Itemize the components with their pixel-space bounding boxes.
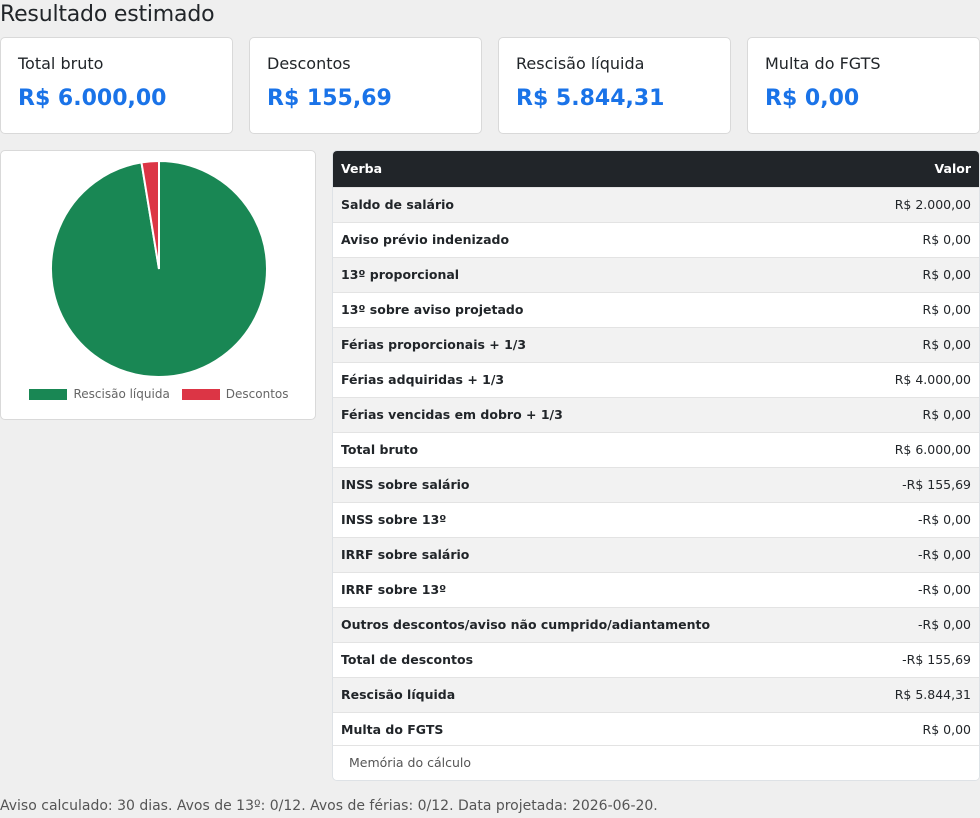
row-item: Saldo de salário xyxy=(341,197,455,212)
row-value: -R$ 0,00 xyxy=(918,512,971,527)
row-value: R$ 0,00 xyxy=(922,302,971,317)
table-row: Aviso prévio indenizado R$ 0,00 xyxy=(333,222,979,257)
column-header-verba: Verba xyxy=(341,161,383,177)
table-row: Férias proporcionais + 1/3 R$ 0,00 xyxy=(333,327,979,362)
table-row: INSS sobre salário -R$ 155,69 xyxy=(333,467,979,502)
table-row: IRRF sobre 13º -R$ 0,00 xyxy=(333,572,979,607)
row-value: -R$ 0,00 xyxy=(918,547,971,562)
calculation-notes: Aviso calculado: 30 dias. Avos de 13º: 0… xyxy=(0,798,658,814)
row-value: -R$ 155,69 xyxy=(902,477,971,492)
table-row: INSS sobre 13º -R$ 0,00 xyxy=(333,502,979,537)
row-item: Total bruto xyxy=(341,442,419,457)
table-row: Total de descontos -R$ 155,69 xyxy=(333,642,979,677)
table-row: Férias vencidas em dobro + 1/3 R$ 0,00 xyxy=(333,397,979,432)
row-item: Aviso prévio indenizado xyxy=(341,232,510,247)
row-value: -R$ 0,00 xyxy=(918,582,971,597)
table-row: Total bruto R$ 6.000,00 xyxy=(333,432,979,467)
table-row: Multa do FGTS R$ 0,00 xyxy=(333,712,979,747)
card-descontos: Descontos R$ 155,69 xyxy=(249,37,482,134)
memoria-calculo-toggle[interactable]: Memória do cálculo xyxy=(333,745,979,780)
card-multa-fgts: Multa do FGTS R$ 0,00 xyxy=(747,37,980,134)
row-item: Rescisão líquida xyxy=(341,687,456,702)
row-item: Férias proporcionais + 1/3 xyxy=(341,337,527,352)
table-row: Rescisão líquida R$ 5.844,31 xyxy=(333,677,979,712)
row-item: 13º sobre aviso projetado xyxy=(341,302,524,317)
legend-item-rescisao[interactable]: Rescisão líquida xyxy=(29,387,170,401)
summary-cards: Total bruto R$ 6.000,00 Descontos R$ 155… xyxy=(0,37,980,134)
table-row: 13º proporcional R$ 0,00 xyxy=(333,257,979,292)
card-value: R$ 5.844,31 xyxy=(516,86,665,111)
verbas-table-grid: Verba Valor Saldo de salário R$ 2.000,00 A… xyxy=(333,151,979,747)
row-value: R$ 0,00 xyxy=(922,407,971,422)
row-value: R$ 5.844,31 xyxy=(894,687,971,702)
table-row: Férias adquiridas + 1/3 R$ 4.000,00 xyxy=(333,362,979,397)
row-item: 13º proporcional xyxy=(341,267,460,282)
row-item: IRRF sobre 13º xyxy=(341,582,447,597)
card-label: Total bruto xyxy=(18,54,104,73)
row-item: Férias adquiridas + 1/3 xyxy=(341,372,505,387)
row-value: R$ 0,00 xyxy=(922,337,971,352)
table-row: 13º sobre aviso projetado R$ 0,00 xyxy=(333,292,979,327)
table-header-row: Verba Valor xyxy=(333,151,979,187)
table-body: Saldo de salário R$ 2.000,00 Aviso prévio … xyxy=(333,187,979,747)
card-value: R$ 6.000,00 xyxy=(18,86,167,111)
legend-label: Descontos xyxy=(225,387,289,401)
chart-legend: Rescisão líquida Descontos xyxy=(1,387,317,401)
pie-chart: Rescisão líquida Descontos xyxy=(0,150,316,420)
legend-item-descontos[interactable]: Descontos xyxy=(181,387,289,401)
column-header-valor: Valor xyxy=(934,161,971,177)
row-value: -R$ 155,69 xyxy=(902,652,971,667)
row-item: Total de descontos xyxy=(341,652,474,667)
card-rescisao-liquida: Rescisão líquida R$ 5.844,31 xyxy=(498,37,731,134)
table-row: IRRF sobre salário -R$ 0,00 xyxy=(333,537,979,572)
row-item: Outros descontos/aviso não cumprido/adia… xyxy=(341,617,711,632)
card-label: Descontos xyxy=(267,54,351,73)
pie-chart-svg xyxy=(50,159,268,378)
verbas-table: Verba Valor Saldo de salário R$ 2.000,00 A… xyxy=(332,150,980,781)
row-item: INSS sobre salário xyxy=(341,477,470,492)
card-label: Multa do FGTS xyxy=(765,54,881,73)
row-value: R$ 2.000,00 xyxy=(894,197,971,212)
row-item: Multa do FGTS xyxy=(341,722,444,738)
row-value: R$ 0,00 xyxy=(922,722,971,738)
page-title: Resultado estimado xyxy=(0,2,215,27)
row-value: R$ 6.000,00 xyxy=(894,442,971,457)
table-row: Outros descontos/aviso não cumprido/adia… xyxy=(333,607,979,642)
card-value: R$ 0,00 xyxy=(765,86,860,111)
row-item: Férias vencidas em dobro + 1/3 xyxy=(341,407,563,422)
legend-swatch xyxy=(29,388,68,400)
card-label: Rescisão líquida xyxy=(516,54,645,73)
legend-swatch xyxy=(181,388,220,400)
legend-label: Rescisão líquida xyxy=(73,387,170,401)
table-row: Saldo de salário R$ 2.000,00 xyxy=(333,187,979,222)
row-value: R$ 4.000,00 xyxy=(894,372,971,387)
row-value: R$ 0,00 xyxy=(922,267,971,282)
row-item: INSS sobre 13º xyxy=(341,512,447,527)
card-total-bruto: Total bruto R$ 6.000,00 xyxy=(0,37,233,134)
row-value: -R$ 0,00 xyxy=(918,617,971,632)
row-value: R$ 0,00 xyxy=(922,232,971,247)
card-value: R$ 155,69 xyxy=(267,86,392,111)
row-item: IRRF sobre salário xyxy=(341,547,470,562)
